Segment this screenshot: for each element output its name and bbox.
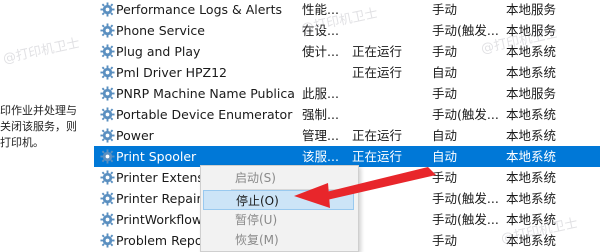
service-row[interactable]: Plug and Play 使计... 正在运行 手动 本地系统 [94,41,600,62]
service-name: Pml Driver HPZ12 [116,65,228,80]
service-row[interactable]: Pml Driver HPZ12 正在运行 自动 本地系统 [94,62,600,83]
gear-icon [98,83,116,104]
gear-icon [98,20,116,41]
service-logon-as: 本地系统 [506,149,557,164]
service-logon-as: 本地系统 [506,128,557,143]
gear-icon [98,230,116,251]
service-startup-type: 自动 [432,128,458,143]
service-status [352,209,428,230]
service-row[interactable]: Portable Device Enumerator ... 强制... 手动(触发… [94,104,600,125]
service-logon-as: 本地服务 [506,86,557,101]
description-line: 打印机。 [0,136,44,149]
service-logon-as: 本地服务 [506,2,557,17]
service-row[interactable]: Power 管理... 正在运行 自动 本地系统 [94,125,600,146]
service-status: 正在运行 [352,65,403,80]
gear-icon [98,104,116,125]
service-logon-as: 本地系统 [506,212,557,227]
service-name: Print Spooler [116,149,197,164]
service-status [352,188,428,209]
service-row[interactable]: PNRP Machine Name Publica... 此服... 手动 本地服务 [94,83,600,104]
service-row[interactable]: Print Spooler 该服... 正在运行 自动 本地系统 [94,146,600,167]
gear-icon [98,62,116,83]
service-logon-as: 本地系统 [506,170,557,185]
service-startup-type: 手动 [432,233,458,248]
gear-icon [98,146,116,167]
service-status [352,20,428,41]
gear-icon [98,0,116,20]
service-logon-as: 本地系统 [506,44,557,59]
service-description: 此服... [302,86,339,101]
service-logon-as: 本地系统 [506,191,557,206]
service-description: 性能... [302,2,339,17]
service-row[interactable]: Performance Logs & Alerts 性能... 手动 本地服务 [94,0,600,20]
service-name: Power [116,128,154,143]
service-description: 在设... [302,23,339,38]
service-description: 使计... [302,44,339,59]
gear-icon [98,188,116,209]
service-startup-type: 手动(触发... [432,107,499,122]
service-description: 管理... [302,128,339,143]
menu-item-stop[interactable]: 停止(O) [203,190,354,210]
gear-icon [98,167,116,188]
service-startup-type: 自动 [432,65,458,80]
service-name: Portable Device Enumerator ... [116,107,296,122]
service-startup-type: 自动 [432,149,458,164]
description-line: 关闭该服务，则 [0,120,77,133]
gear-icon [98,209,116,230]
gear-icon [98,125,116,146]
service-name: Phone Service [116,23,205,38]
service-description-pane: 印作业并处理与 关闭该服务，则 打印机。 [0,0,94,250]
service-status: 正在运行 [352,128,403,143]
service-description [302,62,348,83]
service-row[interactable]: Phone Service 在设... 手动(触发... 本地服务 [94,20,600,41]
service-status [352,167,428,188]
gear-icon [98,41,116,62]
service-startup-type: 手动 [432,2,458,17]
menu-item-pause[interactable]: 暂停(U) [203,210,354,230]
service-description: 强制... [302,107,339,122]
service-description: 该服... [302,149,339,164]
service-startup-type: 手动 [432,44,458,59]
service-status [352,104,428,125]
service-startup-type: 手动 [432,170,458,185]
menu-item-resume[interactable]: 恢复(M) [203,230,354,250]
service-name: PNRP Machine Name Publica... [116,86,296,101]
service-status: 正在运行 [352,149,403,164]
service-logon-as: 本地系统 [506,107,557,122]
service-name: Performance Logs & Alerts [116,2,282,17]
service-name: Plug and Play [116,44,201,59]
service-logon-as: 本地服务 [506,23,557,38]
service-status [352,83,428,104]
service-context-menu: 启动(S) 停止(O) 暂停(U) 恢复(M) [200,165,359,252]
service-startup-type: 手动(触发... [432,23,499,38]
service-status [352,0,428,20]
service-startup-type: 手动(触发... [432,212,499,227]
service-startup-type: 手动 [432,86,458,101]
service-status: 正在运行 [352,44,403,59]
menu-item-start[interactable]: 启动(S) [203,168,354,188]
service-logon-as: 本地系统 [506,233,557,248]
description-line: 印作业并处理与 [0,104,77,117]
service-startup-type: 手动(触发... [432,191,499,206]
service-logon-as: 本地系统 [506,65,557,80]
service-status [352,230,428,251]
